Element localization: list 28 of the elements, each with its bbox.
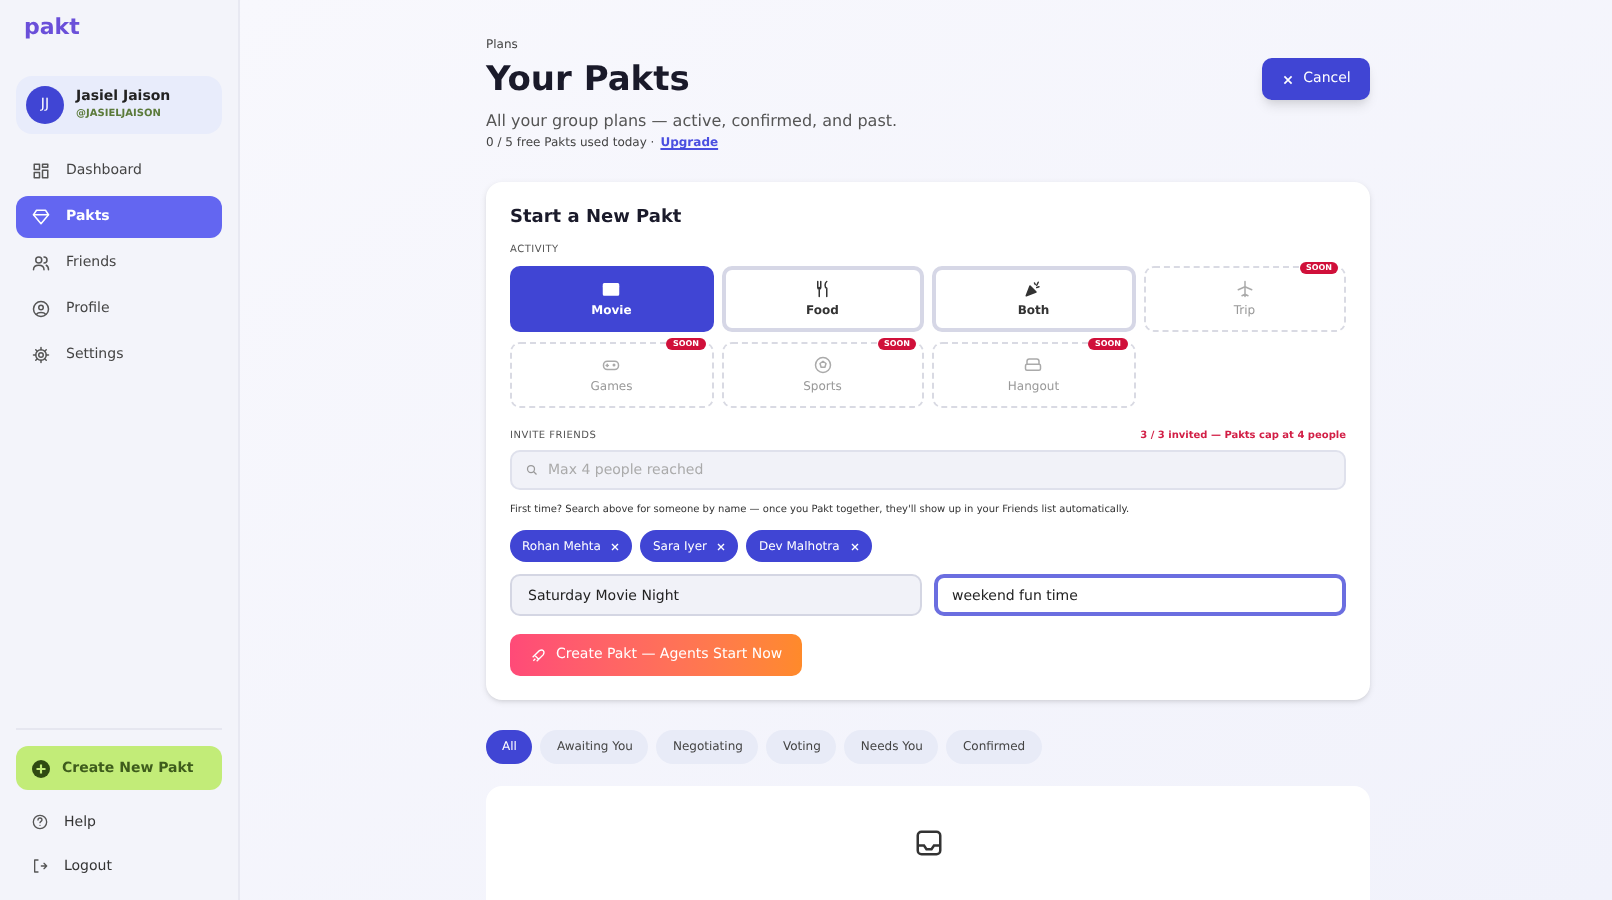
page-subtitle: All your group plans — active, confirmed, and past. xyxy=(486,110,898,132)
grid-icon xyxy=(32,162,50,180)
help-icon xyxy=(32,814,48,830)
card-title: Start a New Pakt xyxy=(510,206,684,230)
user-icon xyxy=(32,300,50,318)
logout-icon xyxy=(32,858,48,874)
remove-button[interactable] xyxy=(849,541,860,551)
fork-knife-icon xyxy=(813,279,832,297)
settings-icon xyxy=(32,346,50,364)
close-icon xyxy=(610,541,621,551)
sofa-icon xyxy=(1024,355,1043,373)
logo: pakt xyxy=(24,14,82,42)
close-icon xyxy=(849,541,860,551)
plus-circle-icon xyxy=(32,759,50,777)
rocket-icon xyxy=(530,647,546,663)
gamepad-icon xyxy=(602,355,621,373)
plane-icon xyxy=(1235,279,1254,297)
ball-icon xyxy=(813,355,832,373)
close-icon xyxy=(1281,73,1294,85)
search-icon xyxy=(526,464,538,476)
inbox-icon xyxy=(913,828,943,858)
party-popper-icon xyxy=(1024,279,1043,297)
users-icon xyxy=(32,254,50,272)
remove-button[interactable] xyxy=(610,541,621,551)
remove-button[interactable] xyxy=(716,541,727,551)
gem-icon xyxy=(32,208,50,226)
close-icon xyxy=(716,541,727,551)
page-title: Your Pakts xyxy=(486,58,692,102)
